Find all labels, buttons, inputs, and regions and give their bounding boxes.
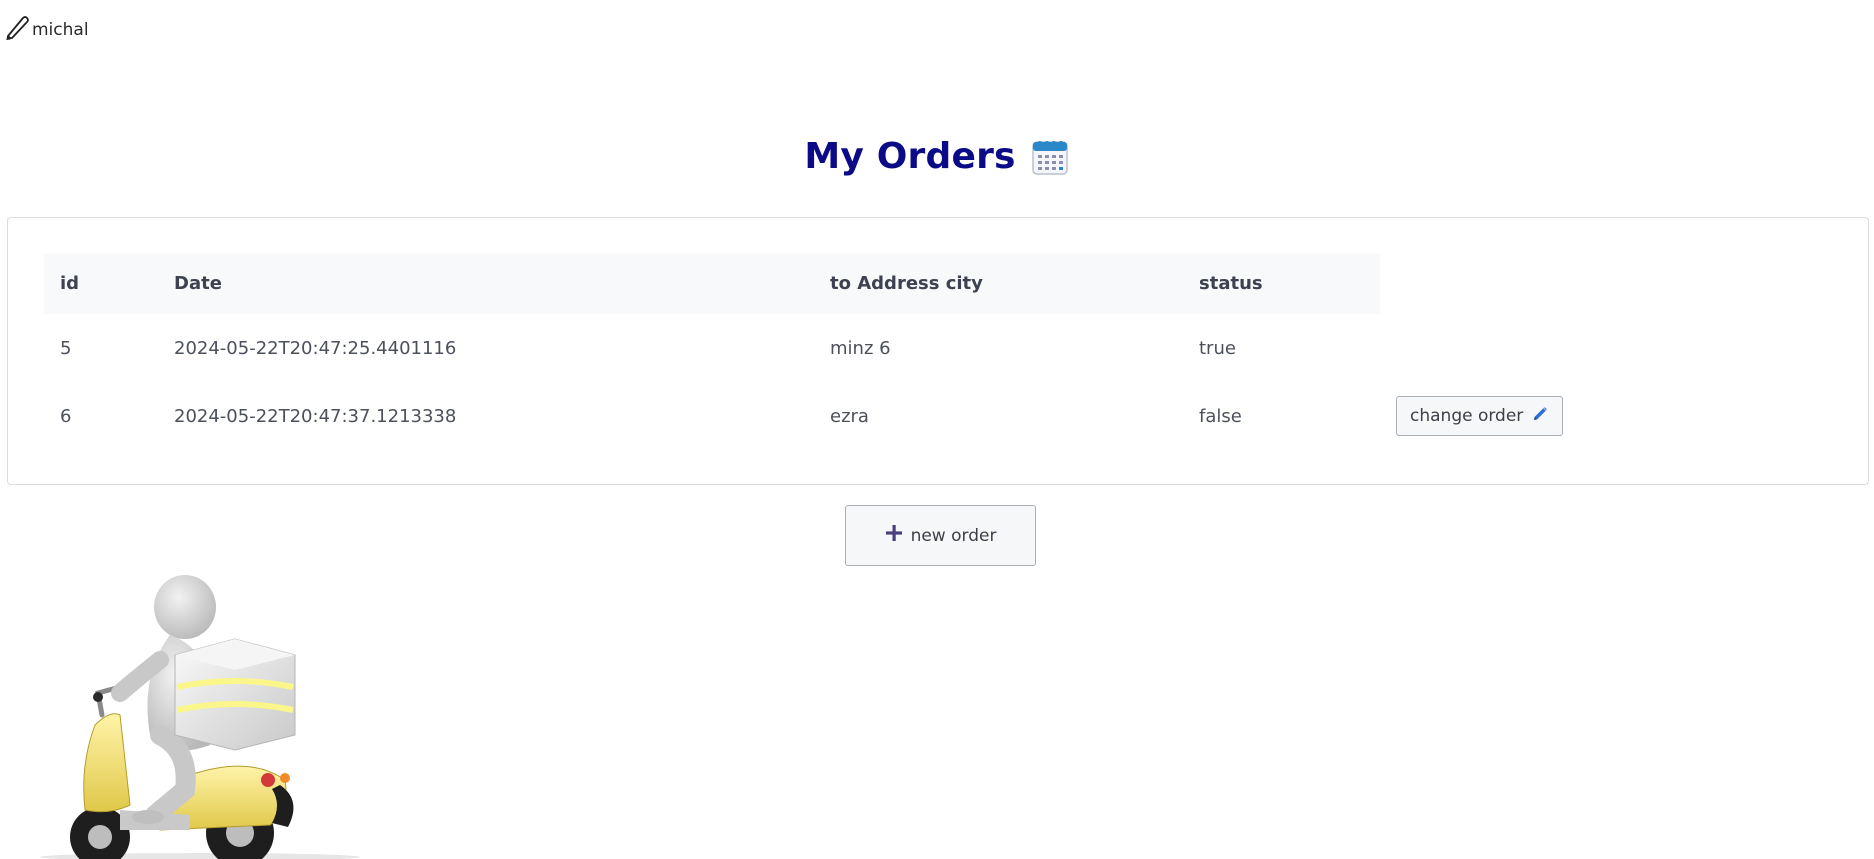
user-profile-link[interactable]: michal: [6, 14, 89, 40]
delivery-scooter-figure: [40, 575, 360, 859]
cell-id: 6: [60, 405, 72, 427]
table-header-row: id Date to Address city status: [44, 253, 1636, 314]
orders-page: michal My Orders id Date to Address city…: [0, 0, 1874, 859]
header-date: Date: [158, 253, 814, 314]
user-name: michal: [32, 20, 89, 40]
change-order-button[interactable]: change order: [1396, 396, 1564, 436]
header-status: status: [1183, 253, 1380, 314]
cell-status: false: [1199, 405, 1242, 427]
pencil-icon: [1531, 405, 1549, 428]
orders-card: id Date to Address city status 5 2024-05…: [7, 217, 1869, 485]
cell-action: change order: [1380, 382, 1636, 450]
cell-city: ezra: [830, 405, 869, 427]
header-city: to Address city: [814, 253, 1183, 314]
calendar-icon: [1030, 137, 1070, 177]
cell-date: 2024-05-22T20:47:25.4401116: [174, 337, 457, 359]
new-order-button[interactable]: new order: [845, 505, 1036, 566]
cell-date: 2024-05-22T20:47:37.1213338: [174, 405, 457, 427]
title-row: My Orders: [0, 136, 1874, 177]
plus-icon: [885, 524, 903, 547]
page-title: My Orders: [804, 136, 1016, 177]
header-action: [1380, 253, 1636, 314]
cell-id: 5: [60, 337, 72, 359]
pencil-icon: [6, 14, 30, 40]
cell-action: [1380, 314, 1636, 382]
orders-table: id Date to Address city status 5 2024-05…: [44, 253, 1636, 450]
table-row: 6 2024-05-22T20:47:37.1213338 ezra false…: [44, 382, 1636, 450]
header-id: id: [44, 253, 158, 314]
change-order-label: change order: [1410, 406, 1524, 426]
table-row: 5 2024-05-22T20:47:25.4401116 minz 6 tru…: [44, 314, 1636, 382]
new-order-label: new order: [910, 525, 997, 546]
cell-status: true: [1199, 337, 1236, 359]
cell-city: minz 6: [830, 337, 891, 359]
